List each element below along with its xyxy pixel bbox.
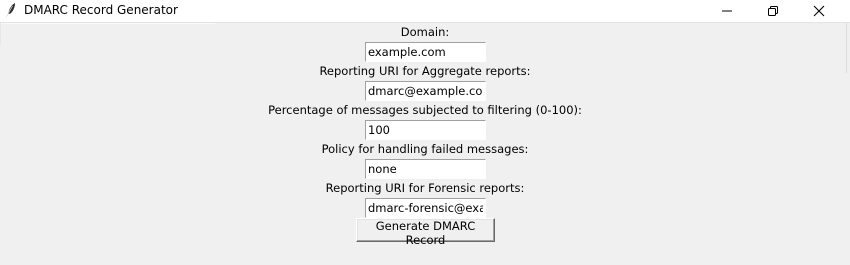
feather-icon — [3, 2, 17, 19]
minimize-icon — [721, 2, 733, 21]
generate-dmarc-button[interactable]: Generate DMARC Record — [356, 218, 495, 247]
percentage-label: Percentage of messages subjected to filt… — [268, 103, 582, 117]
aggregate-uri-input[interactable] — [365, 81, 486, 101]
window-title: DMARC Record Generator — [24, 3, 178, 17]
minimize-button[interactable] — [704, 0, 750, 22]
window-edge-highlight — [0, 23, 215, 24]
close-icon — [813, 2, 825, 21]
policy-label: Policy for handling failed messages: — [321, 142, 529, 156]
domain-input[interactable] — [365, 42, 486, 62]
policy-input[interactable] — [365, 159, 486, 179]
domain-label: Domain: — [400, 25, 450, 39]
forensic-uri-label: Reporting URI for Forensic reports: — [325, 181, 525, 195]
close-button[interactable] — [796, 0, 842, 22]
percentage-input[interactable] — [365, 120, 486, 140]
forensic-uri-input[interactable] — [365, 198, 486, 218]
restore-icon — [767, 2, 779, 21]
title-bar[interactable]: DMARC Record Generator — [0, 0, 850, 22]
restore-button[interactable] — [750, 0, 796, 22]
app-window: DMARC Record Generator Domain: example.c… — [0, 0, 850, 265]
aggregate-uri-label: Reporting URI for Aggregate reports: — [319, 64, 531, 78]
